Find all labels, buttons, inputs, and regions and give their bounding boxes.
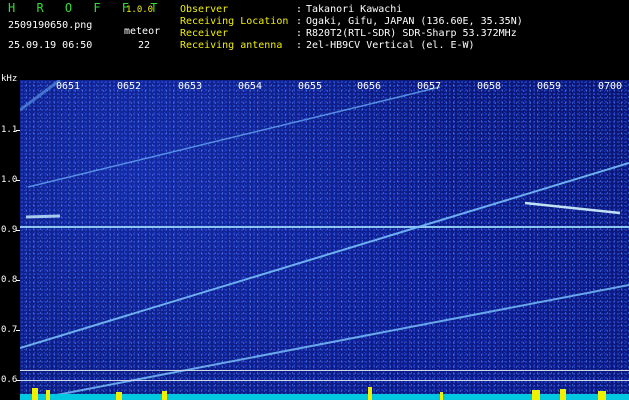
x-tick-label: 0655	[298, 81, 323, 92]
location-label: Receiving Location	[180, 16, 289, 27]
x-tick-label: 0656	[357, 81, 382, 92]
separator: :	[296, 4, 303, 15]
receiver-label: Receiver	[180, 28, 229, 39]
level-peak	[46, 390, 50, 400]
x-tick-label: 0654	[238, 81, 263, 92]
level-peak	[32, 388, 38, 400]
meteor-traces	[20, 80, 629, 400]
meteor-echo	[25, 214, 61, 219]
antenna-value: 2el-HB9CV Vertical (el. E-W)	[306, 40, 475, 51]
y-tick-label: 0.6	[1, 375, 18, 385]
location-value: Ogaki, Gifu, JAPAN (136.60E, 35.35N)	[306, 16, 523, 27]
file-name: 2509190650.png	[8, 20, 93, 31]
receiver-value: R820T2(RTL-SDR) SDR-Sharp 53.372MHz	[306, 28, 517, 39]
frequency-axis: kHz 1.1 1.0 0.9 0.8 0.7 0.6	[0, 74, 20, 400]
app-version: 1.0.0	[126, 5, 154, 15]
sweep-trace	[27, 86, 441, 188]
level-peak	[162, 391, 167, 400]
antenna-label: Receiving antenna	[180, 40, 283, 51]
x-tick-label: 0700	[598, 81, 623, 92]
y-tick-label: 1.1	[1, 125, 18, 135]
spectrogram-image	[20, 80, 629, 400]
sweep-trace	[25, 284, 629, 400]
level-peak	[440, 392, 443, 400]
x-tick-label: 0653	[178, 81, 203, 92]
y-tick-label: 1.0	[1, 175, 18, 185]
y-tick-label: 0.8	[1, 275, 18, 285]
level-peak	[598, 391, 606, 400]
level-peak	[116, 392, 122, 400]
observer-label: Observer	[180, 4, 229, 15]
sweep-trace	[20, 80, 61, 112]
meteor-echo	[524, 201, 621, 215]
signal-level-bars	[20, 387, 629, 400]
level-peak	[368, 387, 372, 400]
separator: :	[296, 28, 303, 39]
sweep-trace	[20, 162, 629, 349]
y-tick-label: 0.9	[1, 225, 18, 235]
meteor-count: 22	[138, 40, 151, 51]
x-tick-label: 0658	[477, 81, 502, 92]
capture-datetime: 25.09.19 06:50	[8, 40, 93, 51]
y-unit-label: kHz	[1, 74, 18, 84]
observer-value: Takanori Kawachi	[306, 4, 403, 15]
meteor-label: meteor	[124, 26, 161, 37]
level-peak	[560, 389, 566, 400]
level-peak	[532, 390, 540, 400]
x-tick-label: 0652	[117, 81, 142, 92]
reference-line	[20, 370, 629, 371]
x-tick-label: 0657	[417, 81, 442, 92]
header-panel: H R O F F T 1.0.0 2509190650.png meteor …	[0, 0, 629, 80]
separator: :	[296, 40, 303, 51]
y-tick-label: 0.7	[1, 325, 18, 335]
separator: :	[296, 16, 303, 27]
reference-line	[20, 380, 629, 381]
x-tick-label: 0659	[537, 81, 562, 92]
x-tick-label: 0651	[56, 81, 81, 92]
